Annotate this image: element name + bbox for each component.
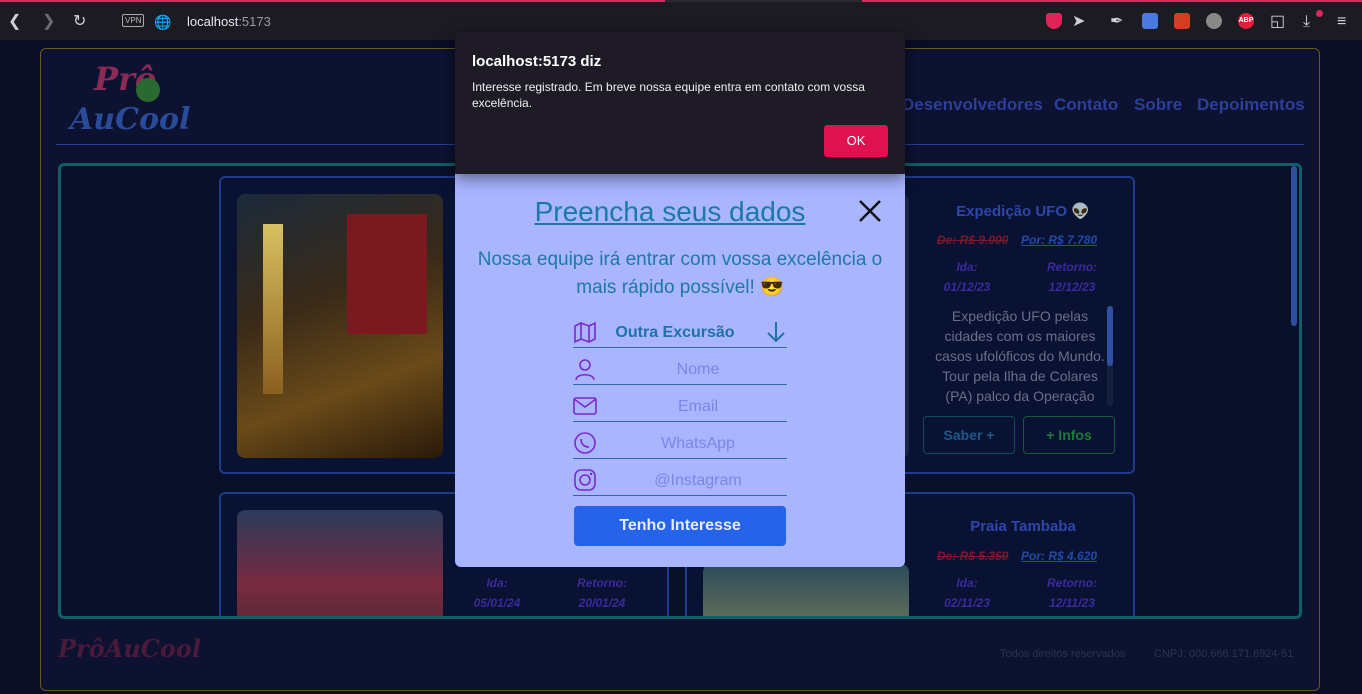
instagram-field[interactable]: @Instagram (573, 466, 787, 496)
excursion-image (703, 564, 909, 616)
footer-cnpj: CNPJ: 000.666.171.6924-51 (1154, 648, 1294, 660)
departure-date: 05/01/24 (473, 596, 521, 610)
forward-icon[interactable]: ❯ (42, 13, 55, 31)
return-label: Retorno: (1047, 576, 1097, 590)
vpn-badge[interactable]: VPN (122, 14, 145, 27)
arrow-down-icon[interactable] (765, 320, 787, 344)
notification-dot (1316, 10, 1323, 17)
departure-date: 02/11/23 (944, 596, 990, 610)
return-label: Retorno: (1047, 260, 1097, 274)
saber-mais-button[interactable]: Saber + (923, 416, 1015, 454)
close-icon[interactable] (855, 196, 885, 226)
infos-button[interactable]: + Infos (1023, 416, 1115, 454)
download-icon[interactable]: ⤓ (1303, 13, 1310, 31)
return-date: 12/12/23 (1048, 280, 1096, 294)
excursion-image (237, 510, 443, 616)
old-price: De: R$ 9.000 (937, 233, 1009, 247)
excursion-select-value: Outra Excursão (615, 324, 735, 341)
tower-light (263, 224, 283, 394)
reload-icon[interactable]: ↻ (73, 13, 86, 31)
submit-interest-button[interactable]: Tenho Interesse (574, 506, 786, 546)
card-title: Expedição UFO 👽 (956, 203, 1090, 220)
alert-dialog: localhost:5173 diz Interesse registrado.… (455, 32, 905, 174)
url-port: :5173 (238, 14, 271, 29)
map-icon (574, 321, 596, 344)
dropper-icon[interactable]: ✒ (1110, 13, 1123, 31)
user-icon (575, 359, 595, 381)
shield-icon[interactable] (1046, 13, 1062, 29)
modal-subtitle: Nossa equipe irá entrar com vossa excelê… (477, 249, 883, 298)
footer-logo[interactable]: PrôAuCool (58, 634, 201, 663)
excursion-select[interactable]: Outra Excursão (573, 318, 787, 348)
nav-desenvolvedores[interactable]: Desenvolvedores (902, 95, 1043, 115)
whatsapp-field[interactable]: WhatsApp (573, 429, 787, 459)
url-host: localhost (187, 14, 239, 29)
translate-icon[interactable] (1142, 13, 1158, 29)
logo-bottom[interactable]: AuCool (70, 102, 190, 137)
whatsapp-placeholder: WhatsApp (661, 435, 735, 452)
cube-icon[interactable]: ◱ (1270, 13, 1285, 31)
departure-label: Ida: (486, 576, 508, 590)
scrollbar-thumb (1107, 306, 1113, 366)
alert-title: localhost:5173 diz (472, 53, 602, 70)
footer-rights: Todos direitos reservados (1000, 648, 1126, 660)
tab-indicator (0, 0, 665, 2)
return-date: 12/11/23 (1049, 596, 1095, 610)
new-price: Por: R$ 4.620 (1021, 549, 1098, 563)
departure-label: Ida: (956, 576, 978, 590)
alert-message: Interesse registrado. Em breve nossa equ… (472, 80, 865, 110)
address-bar[interactable]: localhost:5173 (187, 14, 271, 29)
mail-icon (573, 397, 597, 415)
alert-ok-button[interactable]: OK (824, 125, 888, 157)
record-icon[interactable] (1206, 13, 1222, 29)
extension-icon[interactable] (1174, 13, 1190, 29)
interest-modal: Preencha seus dados Nossa equipe irá ent… (455, 174, 905, 567)
nav-sobre[interactable]: Sobre (1134, 95, 1182, 115)
instagram-icon (574, 469, 596, 491)
card-title: Praia Tambaba (970, 518, 1076, 535)
tab-indicator (862, 0, 1362, 2)
page-scrollbar[interactable] (1291, 166, 1297, 326)
description-scrollbar[interactable] (1107, 306, 1113, 406)
excursion-image (237, 194, 443, 458)
whatsapp-icon (574, 432, 596, 454)
send-icon[interactable]: ➤ (1072, 13, 1085, 31)
nav-contato[interactable]: Contato (1054, 95, 1118, 115)
name-field[interactable]: Nome (573, 355, 787, 385)
nav-depoimentos[interactable]: Depoimentos (1197, 95, 1305, 115)
return-date: 20/01/24 (578, 596, 626, 610)
adblock-icon[interactable]: ABP (1238, 13, 1254, 29)
coconut-icon (136, 78, 160, 102)
building (347, 214, 427, 334)
globe-icon: 🌐 (154, 14, 172, 30)
new-price: Por: R$ 7.780 (1021, 233, 1098, 247)
menu-icon[interactable]: ≡ (1337, 13, 1346, 31)
back-icon[interactable]: ❮ (8, 13, 21, 31)
card-description: Expedição UFO pelas cidades com os maior… (935, 308, 1105, 404)
old-price: De: R$ 5.350 (937, 549, 1009, 563)
modal-title: Preencha seus dados (534, 196, 806, 227)
name-placeholder: Nome (676, 361, 720, 378)
email-field[interactable]: Email (573, 392, 787, 422)
departure-label: Ida: (956, 260, 978, 274)
email-placeholder: Email (677, 398, 718, 415)
instagram-placeholder: @Instagram (654, 472, 742, 489)
return-label: Retorno: (577, 576, 627, 590)
departure-date: 01/12/23 (943, 280, 991, 294)
